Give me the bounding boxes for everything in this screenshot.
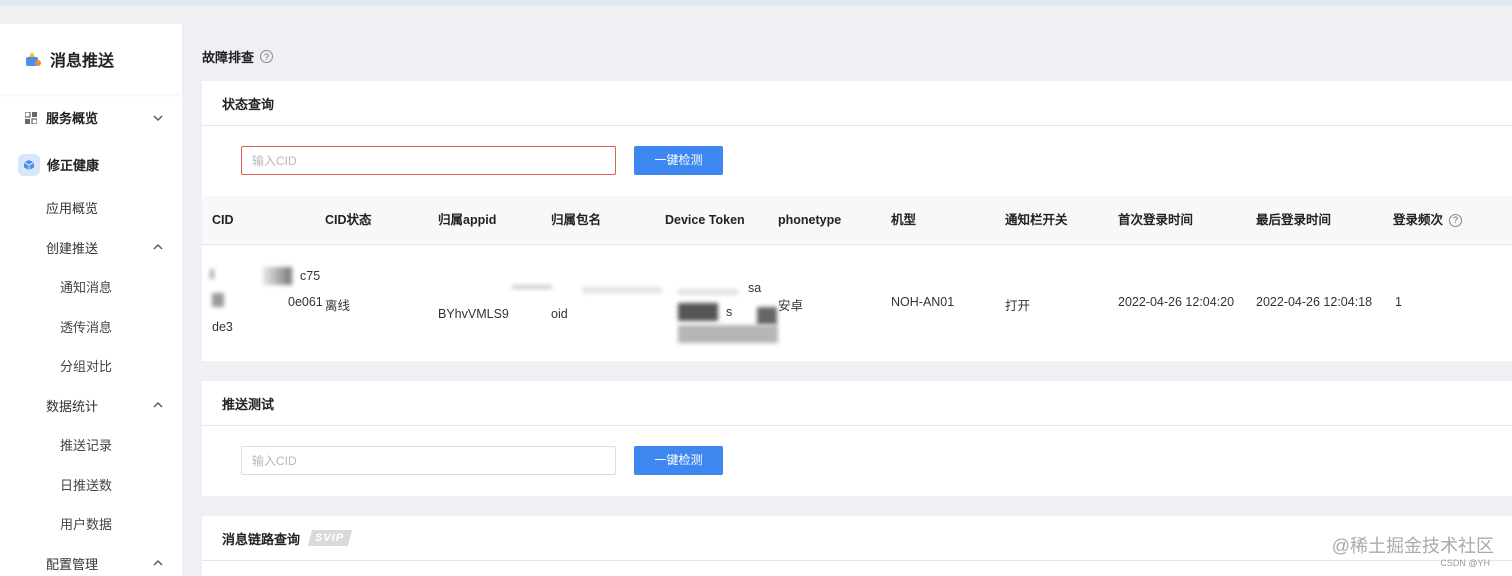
sidebar-item-notification[interactable]: 通知消息	[0, 267, 182, 307]
chevron-up-icon	[152, 399, 164, 411]
col-device-token: Device Token	[665, 213, 745, 227]
sidebar-group-health[interactable]: 修正健康	[0, 141, 182, 188]
check-button[interactable]: 一键检测	[634, 146, 723, 175]
redaction-block	[678, 325, 778, 343]
sidebar-item-label: 推送记录	[60, 438, 113, 454]
cid-fragment: 0e061	[288, 295, 323, 309]
col-login-count-label: 登录频次	[1393, 213, 1444, 227]
sidebar-group-service-overview[interactable]: 服务概览	[0, 94, 182, 141]
chain-query-header: 消息链路查询 SVIP	[202, 516, 1512, 561]
cell-login-count: 1	[1395, 295, 1402, 309]
cell-notify-switch: 打开	[1005, 299, 1031, 313]
top-bar	[0, 0, 1512, 6]
sidebar-item-group-compare[interactable]: 分组对比	[0, 346, 182, 386]
watermark: @稀土掘金技术社区	[1331, 536, 1494, 556]
chain-query-title: 消息链路查询	[222, 531, 301, 547]
cell-appid: BYhvVMLS9	[438, 307, 509, 321]
cell-first-login: 2022-04-26 12:04:20	[1118, 295, 1235, 309]
col-model: 机型	[891, 213, 917, 227]
col-package: 归属包名	[551, 213, 602, 227]
app-cube-icon	[18, 153, 40, 176]
sidebar-item-push-records[interactable]: 推送记录	[0, 425, 182, 465]
cid-fragment: c75	[300, 269, 321, 283]
redaction-block	[582, 287, 662, 293]
push-logo-icon	[24, 50, 42, 68]
sidebar-item-label: 配置管理	[46, 556, 99, 572]
redaction-block	[512, 285, 552, 289]
push-test-title: 推送测试	[202, 381, 1512, 426]
col-first-login: 首次登录时间	[1118, 213, 1194, 227]
sidebar-item-app-overview[interactable]: 应用概览	[0, 188, 182, 228]
status-query-title: 状态查询	[202, 81, 1512, 126]
push-check-button[interactable]: 一键检测	[634, 446, 723, 475]
sidebar-item-create-push[interactable]: 创建推送	[0, 228, 182, 268]
sidebar-item-label: 日推送数	[60, 477, 113, 493]
sidebar-item-statistics[interactable]: 数据统计	[0, 386, 182, 426]
sidebar-group-label: 修正健康	[47, 158, 100, 173]
svip-badge-label: SVIP	[315, 532, 345, 544]
chevron-up-icon	[152, 557, 164, 569]
sidebar-item-label: 透传消息	[60, 319, 113, 335]
redaction-block	[757, 307, 777, 325]
token-fragment: s	[726, 305, 733, 319]
sidebar-item-user-data[interactable]: 用户数据	[0, 504, 182, 544]
sidebar-item-label: 通知消息	[60, 280, 113, 296]
cid-input[interactable]	[241, 146, 616, 175]
cell-status: 离线	[325, 299, 351, 313]
push-cid-input[interactable]	[241, 446, 616, 475]
csdn-watermark: CSDN @YH	[1440, 558, 1490, 568]
sidebar-group-label: 服务概览	[46, 111, 99, 126]
page-title-text: 故障排查	[202, 50, 255, 65]
col-last-login: 最后登录时间	[1256, 213, 1332, 227]
brand-title: 消息推送	[50, 53, 115, 70]
cell-package: oid	[551, 307, 568, 321]
redaction-block	[212, 293, 224, 307]
help-icon[interactable]: ?	[260, 50, 274, 63]
redaction-block	[210, 269, 214, 279]
status-query-card: 状态查询 一键检测 CID CID状态 归属appid 归属包名 Device …	[202, 81, 1512, 361]
sidebar-item-daily-push[interactable]: 日推送数	[0, 465, 182, 505]
col-phonetype: phonetype	[778, 213, 842, 227]
grid-icon	[24, 111, 38, 125]
main-content: 故障排查 ? 状态查询 一键检测 CID CID状态 归属appid 归属包名 …	[182, 24, 1512, 576]
push-test-card: 推送测试 一键检测	[202, 381, 1512, 496]
cell-model: NOH-AN01	[891, 295, 955, 309]
redaction-block	[678, 289, 738, 295]
redaction-block	[678, 303, 718, 321]
cell-last-login: 2022-04-26 12:04:18	[1256, 295, 1373, 309]
redaction-block	[262, 267, 292, 285]
col-cid: CID	[212, 213, 234, 227]
sidebar-item-label: 数据统计	[46, 398, 99, 414]
token-fragment: sa	[748, 281, 762, 295]
cell-phonetype: 安卓	[778, 299, 804, 313]
sidebar-item-config[interactable]: 配置管理	[0, 544, 182, 576]
sidebar-item-label: 创建推送	[46, 240, 99, 256]
sidebar: 消息推送 服务概览 修正健康 应用概览 创建推送 通知消息 透传消息 分组对比 …	[0, 24, 182, 576]
sidebar-item-label: 用户数据	[60, 517, 113, 533]
svip-badge: SVIP	[307, 530, 353, 546]
sidebar-item-passthrough[interactable]: 透传消息	[0, 307, 182, 347]
col-cid-status: CID状态	[325, 213, 372, 227]
sidebar-item-label: 分组对比	[60, 359, 113, 375]
col-appid: 归属appid	[438, 213, 497, 227]
brand: 消息推送	[0, 24, 182, 94]
sidebar-item-label: 应用概览	[46, 201, 99, 217]
cid-fragment: de3	[212, 320, 233, 334]
table-header: CID CID状态 归属appid 归属包名 Device Token phon…	[202, 196, 1512, 245]
chevron-down-icon	[152, 112, 164, 124]
chain-query-card: 消息链路查询 SVIP	[202, 516, 1512, 576]
help-icon[interactable]: ?	[1449, 214, 1463, 227]
col-notify-switch: 通知栏开关	[1005, 213, 1068, 227]
col-login-count: 登录频次 ?	[1393, 196, 1463, 245]
page-title: 故障排查 ?	[202, 47, 274, 66]
chevron-up-icon	[152, 241, 164, 253]
